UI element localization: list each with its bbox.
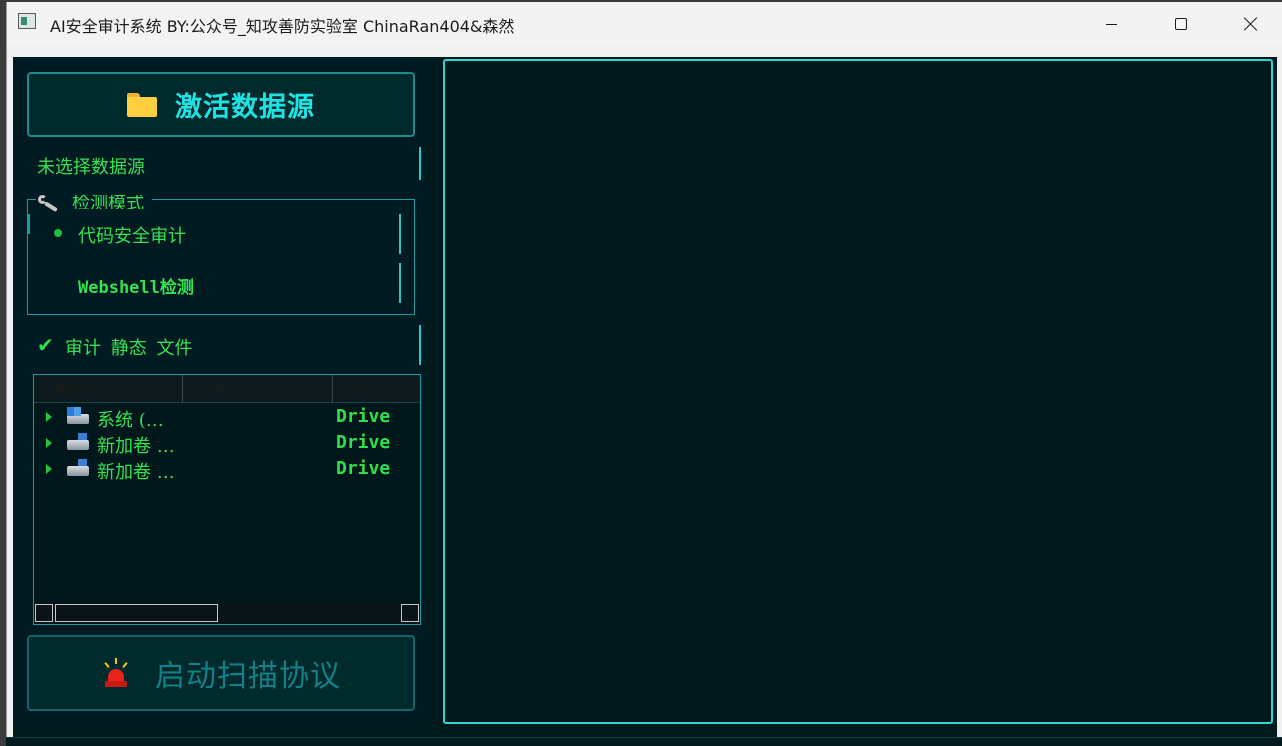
siren-icon <box>101 658 131 688</box>
expand-arrow-icon[interactable] <box>46 438 52 448</box>
expand-arrow-icon[interactable] <box>46 464 52 474</box>
mode-option-code-audit[interactable]: 代码安全审计 <box>28 214 401 254</box>
tree-row-type: Drive <box>336 458 391 479</box>
radio-right-rail <box>399 214 401 254</box>
file-tree-header: Name Size Type <box>34 375 420 403</box>
scrollbar-thumb[interactable] <box>55 604 218 622</box>
maximize-button[interactable] <box>1146 2 1216 46</box>
title-bar[interactable]: AI安全审计系统 BY:公众号_知攻善防实验室 ChinaRan404&森然 <box>7 2 1282 46</box>
close-button[interactable] <box>1216 2 1282 46</box>
mode-option-webshell[interactable]: Webshell检测 <box>28 263 401 303</box>
close-icon <box>1244 17 1258 31</box>
minimize-button[interactable] <box>1076 2 1146 46</box>
horizontal-scrollbar[interactable] <box>34 603 420 624</box>
tree-row[interactable]: 系统 (… Drive <box>34 404 420 431</box>
drive-icon <box>67 459 89 476</box>
wrench-icon <box>38 194 60 210</box>
checkbox-right-rail <box>419 325 421 365</box>
mode-option-label: 代码安全审计 <box>78 226 186 247</box>
mode-option-label: Webshell检测 <box>78 278 194 298</box>
tree-row[interactable]: 新加卷 … Drive <box>34 456 420 483</box>
start-scan-button[interactable]: 启动扫描协议 <box>27 635 415 711</box>
detection-mode-title: 检测模式 <box>72 195 144 209</box>
tree-row-name: 新加卷 … <box>97 462 175 483</box>
tree-row-type: Drive <box>336 406 391 427</box>
folder-icon <box>127 92 157 117</box>
column-header-type[interactable]: Type <box>332 375 420 402</box>
source-status-rail <box>419 147 421 180</box>
maximize-icon <box>1175 18 1187 30</box>
data-source-status: 未选择数据源 <box>37 157 145 178</box>
radio-selected-indicator <box>54 229 62 237</box>
static-audit-label: 审计 静态 文件 <box>65 338 193 359</box>
tree-row[interactable]: 新加卷 … Drive <box>34 430 420 457</box>
scroll-left-button[interactable] <box>35 604 53 622</box>
detection-mode-group: 检测模式 代码安全审计 Webshell检测 <box>27 192 415 315</box>
activate-button-label: 激活数据源 <box>175 92 315 123</box>
static-audit-checkbox[interactable]: ✔ 审计 静态 文件 <box>35 325 421 365</box>
app-icon <box>18 13 36 29</box>
start-scan-label: 启动扫描协议 <box>155 659 341 694</box>
tree-row-name: 新加卷 … <box>97 436 175 457</box>
column-header-name[interactable]: Name <box>51 375 182 402</box>
column-header-size[interactable]: Size <box>182 375 332 402</box>
tree-row-type: Drive <box>336 432 391 453</box>
system-drive-icon <box>67 407 89 424</box>
minimize-icon <box>1105 23 1117 25</box>
control-sidebar: 激活数据源 未选择数据源 检测模式 代码安全审计 Webshell检测 ✔ 审计… <box>13 57 426 725</box>
drive-icon <box>67 433 89 450</box>
radio-left-bar <box>28 214 30 234</box>
expand-arrow-icon[interactable] <box>46 412 52 422</box>
window-title: AI安全审计系统 BY:公众号_知攻善防实验室 ChinaRan404&森然 <box>50 17 515 36</box>
file-tree[interactable]: Name Size Type 系统 (… Drive 新加卷 … Drive 新… <box>33 374 421 625</box>
detection-mode-legend: 检测模式 <box>36 192 152 212</box>
output-panel[interactable] <box>443 59 1273 724</box>
scroll-right-button[interactable] <box>401 604 419 622</box>
checkmark-icon: ✔ <box>37 333 54 357</box>
activate-data-source-button[interactable]: 激活数据源 <box>27 72 415 137</box>
tree-row-name: 系统 (… <box>97 410 164 431</box>
radio-right-rail <box>399 263 401 303</box>
